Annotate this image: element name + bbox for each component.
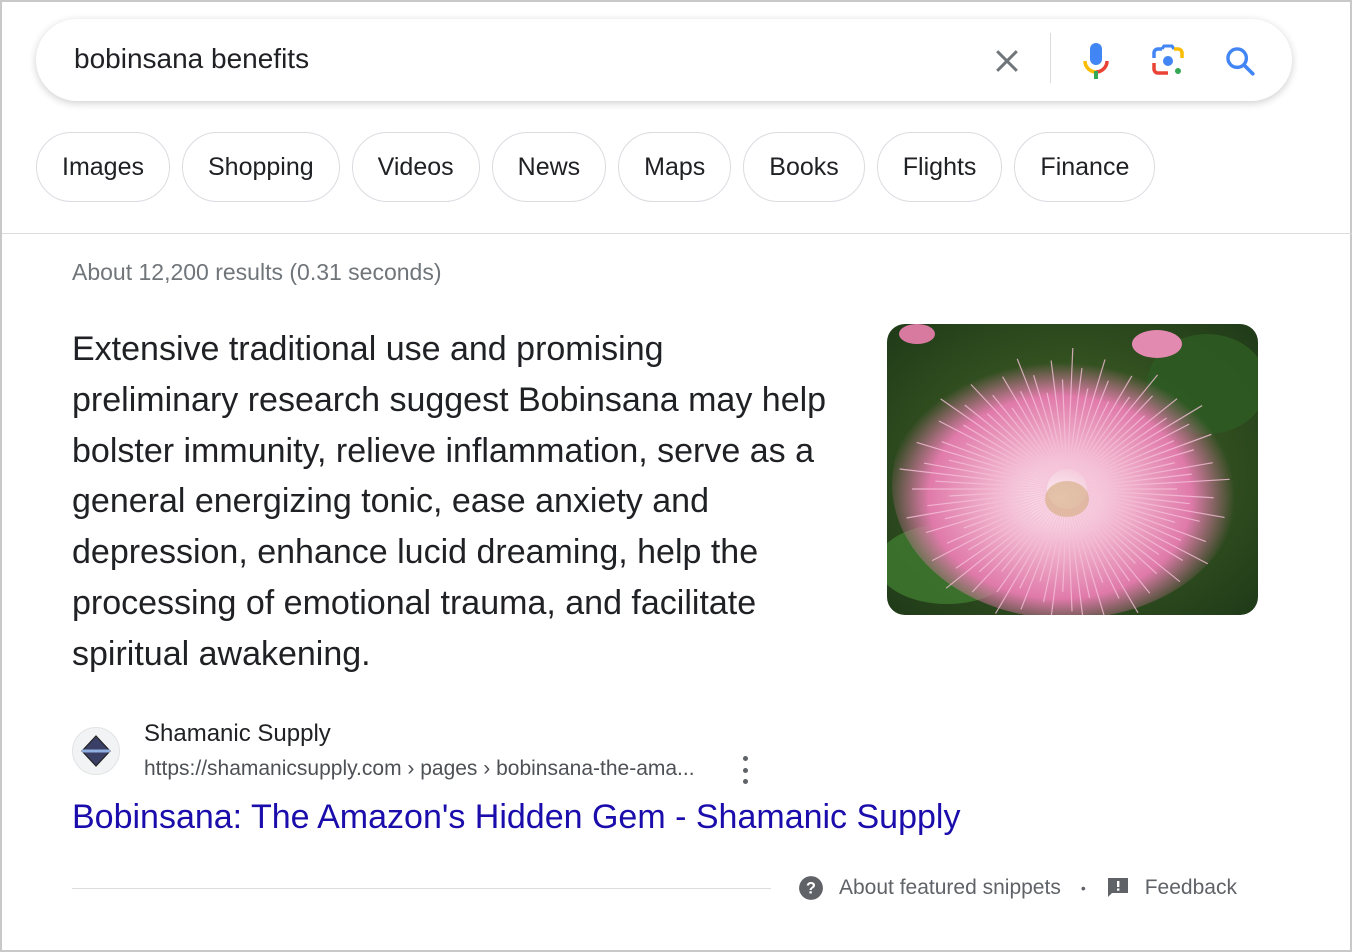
search-bar-divider [1050, 33, 1051, 83]
diamond-logo-icon [81, 735, 111, 767]
source-site-name[interactable]: Shamanic Supply [144, 720, 331, 748]
lens-camera-icon[interactable] [1148, 41, 1188, 81]
feedback-link[interactable]: Feedback [1145, 876, 1237, 900]
chip-news[interactable]: News [491, 132, 607, 202]
search-input[interactable]: bobinsana benefits [74, 43, 309, 75]
footer-separator: • [1080, 880, 1086, 896]
featured-snippet-text: Extensive traditional use and promising … [72, 330, 827, 673]
result-stats: About 12,200 results (0.31 seconds) [72, 259, 442, 285]
search-filter-chips: Images Shopping Videos News Maps Books F… [36, 132, 1156, 202]
more-options-icon[interactable] [735, 756, 755, 784]
site-favicon[interactable] [72, 727, 120, 775]
chip-images[interactable]: Images [36, 132, 170, 202]
header-divider [2, 233, 1352, 234]
chip-shopping[interactable]: Shopping [181, 132, 340, 202]
chip-books[interactable]: Books [743, 132, 865, 202]
feedback-icon[interactable] [1106, 876, 1130, 900]
footer-divider [72, 888, 771, 889]
chip-flights[interactable]: Flights [876, 132, 1003, 202]
microphone-icon[interactable] [1076, 41, 1116, 81]
flower-image [887, 324, 1258, 615]
chip-videos[interactable]: Videos [351, 132, 480, 202]
source-url-breadcrumb[interactable]: https://shamanicsupply.com › pages › bob… [144, 757, 695, 781]
svg-text:?: ? [806, 879, 816, 897]
clear-icon[interactable] [987, 41, 1027, 81]
snippet-footer: ? About featured snippets • Feedback [798, 875, 1237, 901]
help-circle-icon[interactable]: ? [798, 875, 824, 901]
result-title-link[interactable]: Bobinsana: The Amazon's Hidden Gem - Sha… [72, 798, 960, 837]
search-icon[interactable] [1220, 41, 1260, 81]
featured-snippet-image[interactable] [887, 324, 1258, 615]
chip-maps[interactable]: Maps [618, 132, 732, 202]
chip-finance[interactable]: Finance [1014, 132, 1156, 202]
search-bar[interactable]: bobinsana benefits [36, 19, 1292, 101]
about-featured-snippets-link[interactable]: About featured snippets [839, 876, 1061, 900]
